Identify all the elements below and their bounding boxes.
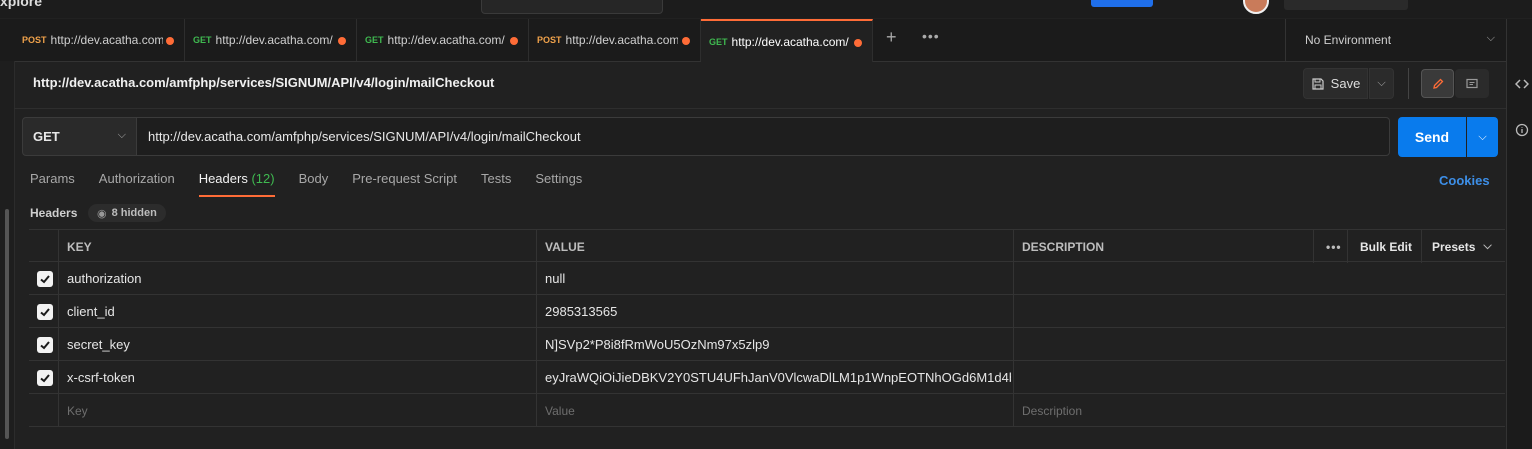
request-tab-active[interactable]: GET http://dev.acatha.com/ (701, 19, 873, 62)
scrollbar-thumb[interactable] (5, 209, 9, 439)
tab-method: POST (22, 35, 47, 45)
chevron-down-icon: ⌵ (117, 129, 126, 141)
url-input[interactable]: http://dev.acatha.com/amfphp/services/SI… (137, 117, 1390, 156)
avatar[interactable] (1243, 0, 1269, 14)
row-enabled-checkbox[interactable] (37, 337, 53, 353)
chevron-down-icon: ⌵ (1483, 240, 1492, 252)
tab-url: http://dev.acatha.com/ (387, 33, 505, 47)
upgrade-button[interactable] (1091, 0, 1153, 7)
presets-label: Presets (1432, 239, 1476, 254)
unsaved-dot-icon (338, 37, 346, 45)
request-tab[interactable]: GET http://dev.acatha.com/ (185, 19, 357, 61)
tab-method: GET (365, 35, 384, 45)
environment-label: No Environment (1305, 33, 1392, 47)
global-search-input[interactable] (481, 0, 663, 14)
header-value-cell[interactable]: null (545, 262, 565, 295)
divider (14, 108, 1506, 109)
new-tab-plus-icon[interactable]: + (886, 27, 897, 48)
new-value-input[interactable]: Value (545, 394, 575, 427)
header-key-cell[interactable]: authorization (67, 262, 141, 295)
tab-settings[interactable]: Settings (535, 171, 582, 197)
tab-body[interactable]: Body (299, 171, 329, 197)
headers-count-badge: (12) (251, 171, 275, 186)
unsaved-dot-icon (854, 39, 862, 47)
header-description-cell[interactable] (1022, 328, 1502, 361)
header-key-cell[interactable]: client_id (67, 295, 115, 328)
right-sidebar (1506, 19, 1532, 449)
tab-method: POST (537, 35, 562, 45)
table-header-row: KEY VALUE DESCRIPTION ••• Bulk Edit Pres… (29, 229, 1505, 263)
tab-url: http://dev.acatha.com/ (50, 33, 163, 47)
save-dropdown-chevron-icon[interactable]: ⌵ (1369, 68, 1394, 99)
new-description-input[interactable]: Description (1022, 394, 1082, 427)
divider (1408, 68, 1409, 99)
chevron-down-icon: ⌵ (1486, 32, 1495, 44)
comment-icon[interactable] (1455, 69, 1489, 98)
header-key-cell[interactable]: secret_key (67, 328, 130, 361)
info-icon[interactable] (1515, 123, 1529, 137)
header-description-cell[interactable] (1022, 295, 1502, 328)
tab-method: GET (709, 36, 728, 47)
save-icon (1312, 77, 1324, 90)
tab-prerequest-script[interactable]: Pre-request Script (352, 171, 457, 197)
save-label: Save (1330, 76, 1361, 91)
header-value-cell[interactable]: 2985313565 (545, 295, 617, 328)
row-enabled-checkbox[interactable] (37, 304, 53, 320)
tab-headers[interactable]: Headers (12) (198, 171, 275, 197)
new-key-input[interactable]: Key (67, 394, 88, 427)
row-enabled-checkbox[interactable] (37, 370, 53, 386)
environment-selector[interactable]: No Environment ⌵ (1285, 19, 1507, 61)
headers-section-label: Headers (30, 206, 78, 220)
row-enabled-checkbox[interactable] (37, 271, 53, 287)
presets-dropdown[interactable]: Presets ⌵ (1432, 230, 1492, 263)
header-value-cell[interactable]: eyJraWQiOiJieDBKV2Y0STU4UFhJanV0VlcwaDlL… (545, 361, 1011, 394)
header-value-cell[interactable]: N]SVp2*P8i8fRmWoU5OzNm97x5zlp9 (545, 328, 769, 361)
left-sidebar-scrollbar (0, 61, 15, 449)
table-row: client_id 2985313565 (29, 295, 1505, 328)
header-description-cell[interactable] (1022, 361, 1502, 394)
save-button[interactable]: Save (1303, 68, 1368, 99)
method-label: GET (33, 129, 60, 144)
tab-tests[interactable]: Tests (481, 171, 511, 197)
eye-icon: ◉ (97, 207, 107, 220)
table-row: authorization null (29, 262, 1505, 295)
header-description-cell[interactable] (1022, 262, 1502, 295)
send-button[interactable]: Send (1398, 117, 1466, 157)
method-select[interactable]: GET ⌵ (22, 117, 137, 156)
request-tab[interactable]: POST http://dev.acatha.com/ (14, 19, 185, 61)
header-key-cell[interactable]: x-csrf-token (67, 361, 135, 394)
top-app-bar: xplore (0, 0, 1532, 18)
unsaved-dot-icon (682, 37, 690, 45)
column-header-key: KEY (67, 239, 92, 254)
cookies-link[interactable]: Cookies (1439, 173, 1490, 188)
request-tab[interactable]: POST http://dev.acatha.com/ (529, 19, 701, 61)
hidden-headers-toggle[interactable]: ◉ 8 hidden (88, 204, 166, 222)
unsaved-dot-icon (510, 37, 518, 45)
request-section-tabs: Params Authorization Headers (12) Body P… (30, 171, 606, 199)
request-title[interactable]: http://dev.acatha.com/amfphp/services/SI… (33, 75, 494, 90)
tab-authorization[interactable]: Authorization (99, 171, 175, 197)
column-header-description: DESCRIPTION (1022, 239, 1105, 254)
tab-method: GET (193, 35, 212, 45)
hidden-count: 8 hidden (111, 207, 157, 219)
tab-url: http://dev.acatha.com/ (565, 33, 678, 47)
table-row: secret_key N]SVp2*P8i8fRmWoU5OzNm97x5zlp… (29, 328, 1505, 361)
send-dropdown-chevron-icon[interactable]: ⌵ (1467, 117, 1498, 157)
table-row-new: Key Value Description (29, 394, 1505, 427)
table-row: x-csrf-token eyJraWQiOiJieDBKV2Y0STU4UFh… (29, 361, 1505, 394)
more-tabs-ellipsis-icon[interactable]: ••• (922, 28, 940, 44)
request-tab[interactable]: GET http://dev.acatha.com/ (357, 19, 529, 61)
bulk-edit-button[interactable]: Bulk Edit (1360, 230, 1412, 263)
unsaved-dot-icon (166, 37, 174, 45)
tab-params[interactable]: Params (30, 171, 75, 197)
tab-headers-label: Headers (198, 171, 248, 186)
workspace-selector[interactable] (1284, 0, 1408, 10)
column-options-ellipsis-icon[interactable]: ••• (1326, 230, 1342, 263)
app-brand: xplore (0, 0, 43, 9)
tab-url: http://dev.acatha.com/ (731, 34, 849, 49)
code-icon[interactable] (1515, 77, 1529, 91)
tab-url: http://dev.acatha.com/ (215, 33, 333, 47)
edit-pencil-icon[interactable] (1421, 69, 1454, 98)
column-header-value: VALUE (545, 239, 585, 254)
